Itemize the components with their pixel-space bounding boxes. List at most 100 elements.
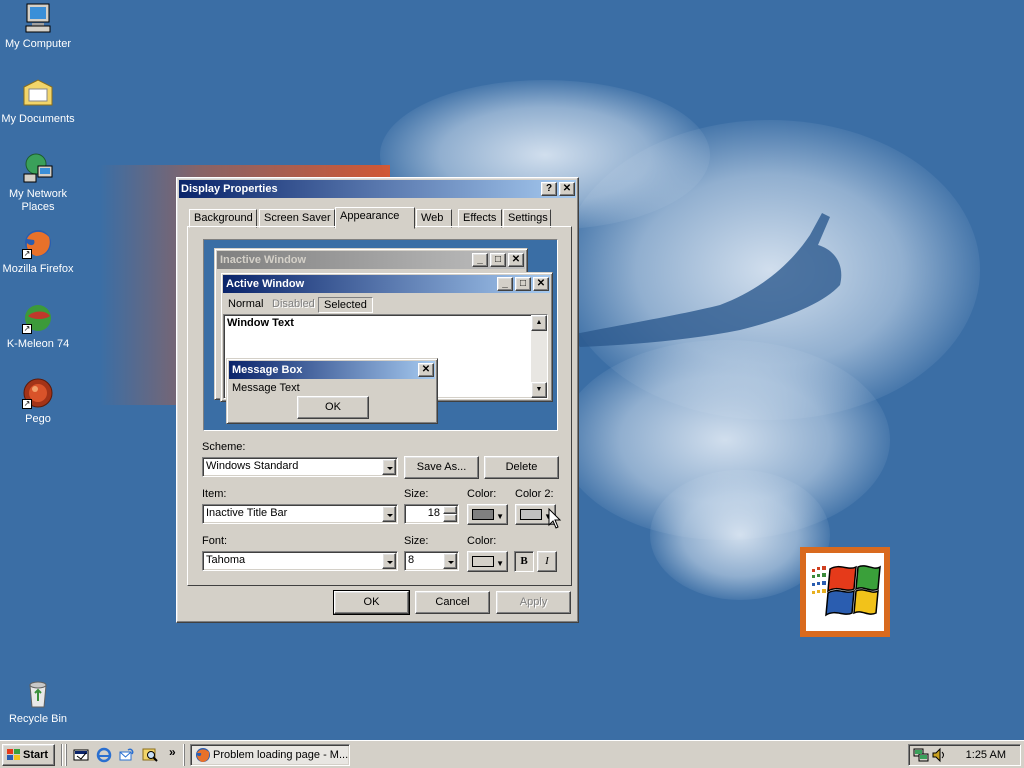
preview-msgbox-ok: OK bbox=[297, 396, 369, 419]
chevron-down-icon[interactable] bbox=[382, 459, 396, 475]
close-icon: ✕ bbox=[508, 253, 524, 267]
item-color2-label: Color 2: bbox=[515, 488, 554, 500]
preview-menu-disabled: Disabled bbox=[272, 298, 315, 310]
taskbar-grip bbox=[183, 744, 185, 766]
desktop-icon-label: Pego bbox=[25, 413, 51, 425]
chevron-down-icon: ▼ bbox=[496, 512, 504, 521]
dialog-titlebar[interactable]: Display Properties ? ✕ bbox=[179, 180, 576, 198]
font-color-label: Color: bbox=[467, 535, 497, 547]
preview-active-titlebar: Active Window _ □ ✕ bbox=[223, 275, 550, 293]
spin-down-icon[interactable] bbox=[443, 514, 457, 522]
desktop-icon-recycle-bin[interactable]: Recycle Bin bbox=[0, 677, 76, 726]
spin-up-icon[interactable] bbox=[443, 506, 457, 514]
cancel-button[interactable]: Cancel bbox=[415, 591, 490, 614]
maximize-icon: □ bbox=[490, 253, 506, 267]
font-select[interactable]: Tahoma bbox=[202, 551, 398, 571]
font-value: Tahoma bbox=[206, 554, 246, 566]
pego-icon: ↗ bbox=[22, 377, 54, 409]
system-tray: 1:25 AM bbox=[908, 744, 1021, 766]
appearance-panel: Inactive Window _ □ ✕ Active Window _ □ … bbox=[187, 226, 572, 586]
help-icon: ? bbox=[545, 183, 553, 194]
item-select[interactable]: Inactive Title Bar bbox=[202, 504, 398, 524]
show-desktop-icon[interactable] bbox=[73, 747, 89, 763]
save-as-button[interactable]: Save As... bbox=[404, 456, 479, 479]
preview-menu-normal: Normal bbox=[228, 298, 264, 310]
search-icon[interactable] bbox=[142, 747, 158, 763]
font-size-value: 8 bbox=[408, 554, 415, 566]
desktop-icon-my-documents[interactable]: My Documents bbox=[0, 77, 76, 126]
bold-toggle[interactable]: B bbox=[514, 551, 534, 572]
preview-message-box: Message Box ✕ Message Text OK bbox=[226, 358, 438, 424]
windows-flag-icon bbox=[7, 749, 20, 760]
quicklaunch-grip bbox=[65, 744, 67, 766]
computer-icon bbox=[22, 2, 54, 34]
item-color-button[interactable]: ▼ bbox=[467, 504, 508, 525]
clock[interactable]: 1:25 AM bbox=[966, 745, 1006, 765]
taskbar-button-label: Problem loading page - M... bbox=[213, 749, 349, 761]
chevron-down-icon: ▼ bbox=[496, 559, 504, 568]
mouse-cursor-icon bbox=[548, 508, 562, 529]
desktop-icon-pego[interactable]: ↗ Pego bbox=[0, 377, 76, 426]
firefox-icon bbox=[196, 748, 210, 762]
minimize-icon: _ bbox=[472, 253, 488, 267]
item-label: Item: bbox=[202, 488, 227, 500]
ok-button[interactable]: OK bbox=[333, 590, 410, 615]
desktop-icon-k-meleon[interactable]: ↗ K-Meleon 74 bbox=[0, 302, 76, 351]
desktop-icon-label: Recycle Bin bbox=[8, 713, 68, 725]
preview-inactive-title: Inactive Window bbox=[220, 254, 307, 266]
folder-icon bbox=[22, 77, 54, 109]
font-size-label: Size: bbox=[404, 535, 429, 547]
scroll-down-icon: ▼ bbox=[531, 382, 547, 398]
font-color-button[interactable]: ▼ bbox=[467, 551, 508, 572]
apply-button[interactable]: Apply bbox=[496, 591, 571, 614]
taskbar-button-firefox[interactable]: Problem loading page - M... bbox=[190, 744, 350, 766]
close-icon: ✕ bbox=[533, 277, 549, 291]
font-color-swatch bbox=[472, 556, 494, 567]
network-tray-icon[interactable] bbox=[913, 747, 929, 763]
preview-scrollbar: ▲ ▼ bbox=[531, 315, 547, 398]
item-color-label: Color: bbox=[467, 488, 497, 500]
shortcut-arrow-icon: ↗ bbox=[22, 249, 32, 259]
k-meleon-icon: ↗ bbox=[22, 302, 54, 334]
scroll-up-icon: ▲ bbox=[531, 315, 547, 331]
shortcut-arrow-icon: ↗ bbox=[22, 399, 32, 409]
chevron-down-icon[interactable] bbox=[443, 553, 457, 569]
chevron-down-icon[interactable] bbox=[382, 553, 396, 569]
preview-msgbox-title: Message Box bbox=[232, 364, 303, 376]
item-color2-swatch bbox=[520, 509, 542, 520]
taskbar-divider bbox=[61, 744, 63, 766]
font-size-select[interactable]: 8 bbox=[404, 551, 459, 571]
item-size-stepper[interactable]: 18 bbox=[404, 504, 459, 524]
preview-inactive-titlebar: Inactive Window _ □ ✕ bbox=[217, 251, 525, 269]
dialog-title: Display Properties bbox=[181, 183, 278, 195]
item-value: Inactive Title Bar bbox=[206, 507, 288, 519]
internet-explorer-icon[interactable] bbox=[96, 747, 112, 763]
item-size-value: 18 bbox=[427, 507, 440, 519]
desktop-icon-mozilla-firefox[interactable]: ↗ Mozilla Firefox bbox=[0, 227, 76, 276]
desktop-icon-my-network-places[interactable]: My Network Places bbox=[0, 152, 76, 214]
volume-tray-icon[interactable] bbox=[931, 747, 947, 763]
scheme-select[interactable]: Windows Standard bbox=[202, 457, 398, 477]
preview-active-title: Active Window bbox=[226, 278, 305, 290]
desktop-icon-label: My Network Places bbox=[8, 188, 68, 213]
delete-button[interactable]: Delete bbox=[484, 456, 559, 479]
desktop-icon-label: K-Meleon 74 bbox=[6, 338, 70, 350]
outlook-express-icon[interactable] bbox=[119, 747, 135, 763]
appearance-preview[interactable]: Inactive Window _ □ ✕ Active Window _ □ … bbox=[203, 239, 558, 431]
scheme-value: Windows Standard bbox=[206, 460, 299, 472]
italic-toggle[interactable]: I bbox=[537, 551, 557, 572]
start-label: Start bbox=[23, 749, 49, 761]
help-button[interactable]: ? bbox=[541, 182, 557, 196]
quicklaunch-chevron[interactable]: » bbox=[169, 745, 176, 759]
desktop-icon-my-computer[interactable]: My Computer bbox=[0, 2, 76, 51]
background-figure bbox=[570, 213, 842, 347]
start-button[interactable]: Start bbox=[2, 744, 55, 766]
maximize-icon: □ bbox=[515, 277, 531, 291]
item-color-swatch bbox=[472, 509, 494, 520]
chevron-down-icon[interactable] bbox=[382, 506, 396, 522]
close-button[interactable]: ✕ bbox=[559, 182, 575, 196]
tab-appearance[interactable]: Appearance bbox=[335, 207, 415, 229]
preview-menu-selected: Selected bbox=[318, 297, 373, 313]
preview-msgbox-text: Message Text bbox=[232, 382, 300, 394]
desktop-icon-label: Mozilla Firefox bbox=[2, 263, 74, 275]
